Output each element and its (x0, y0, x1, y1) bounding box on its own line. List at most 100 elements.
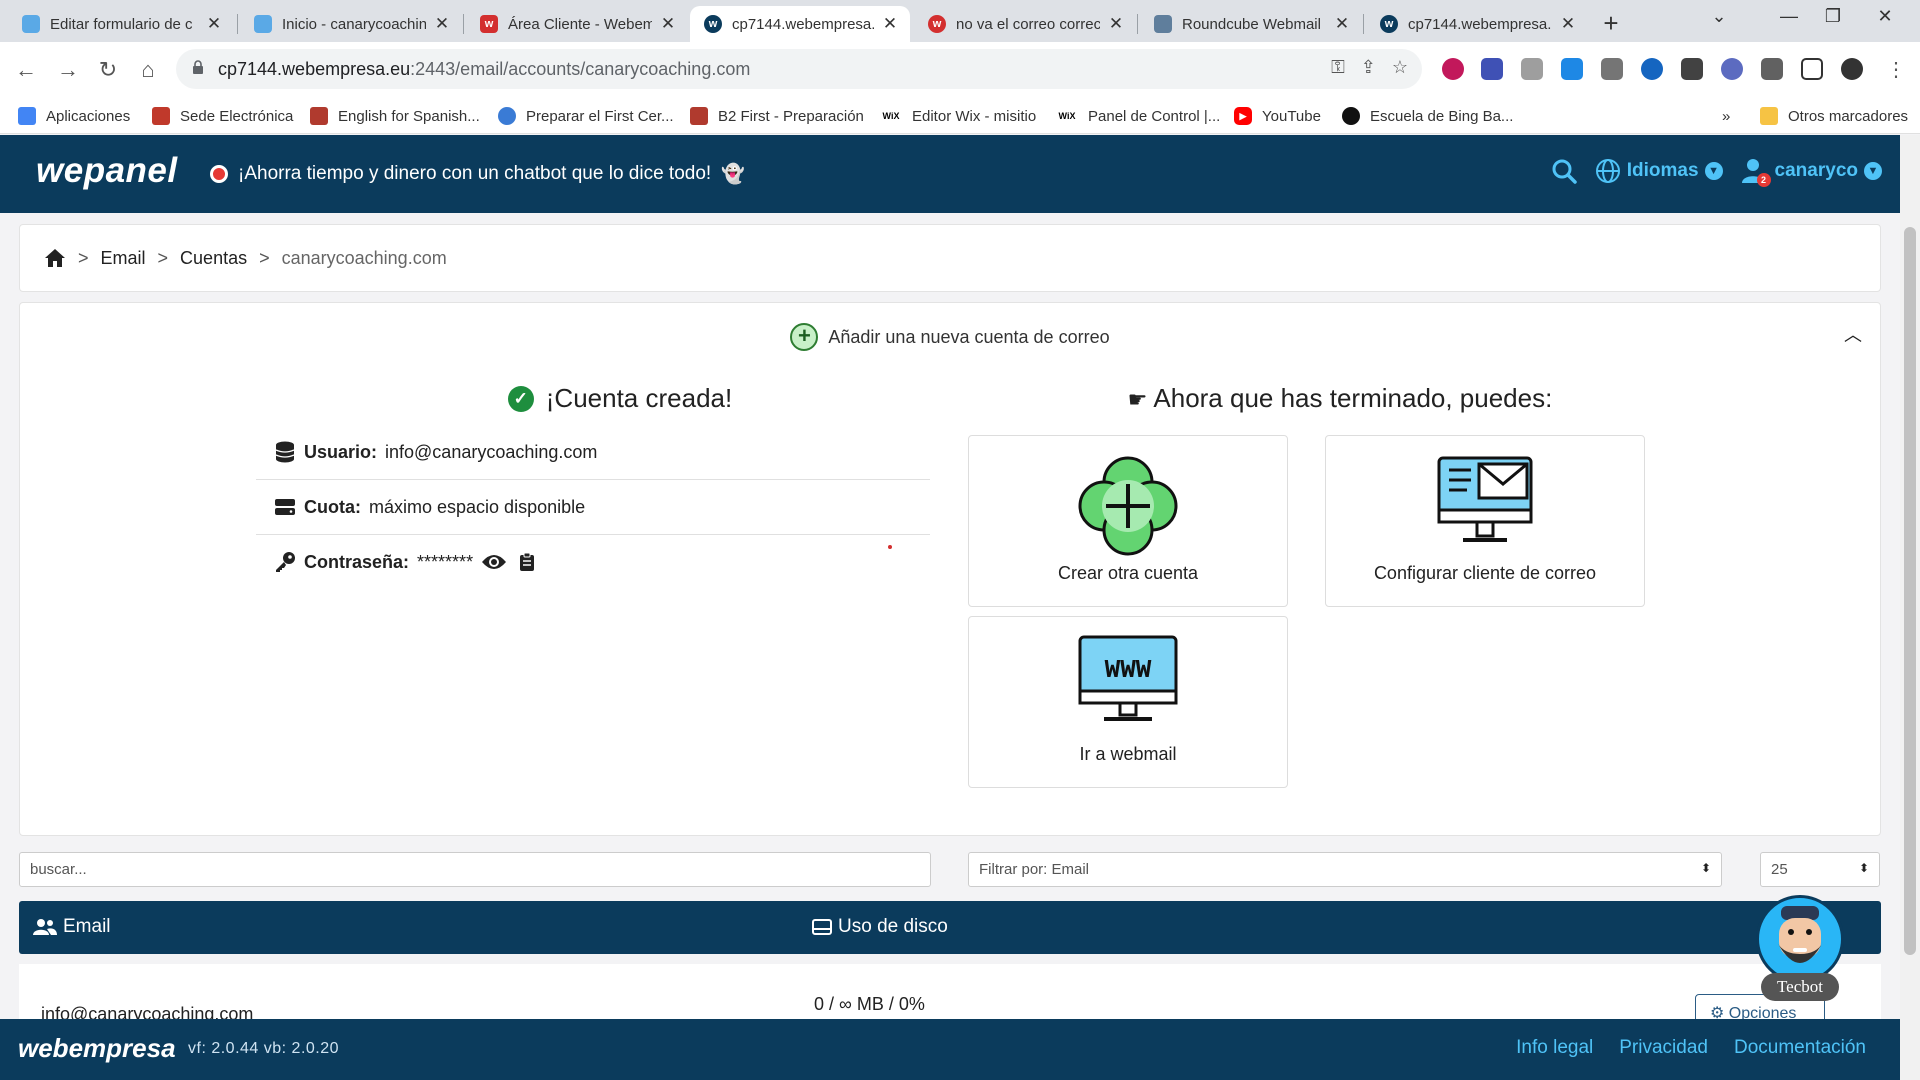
tab-search-icon[interactable]: ⌄ (1696, 6, 1742, 27)
browser-menu-icon[interactable]: ⋮ (1880, 54, 1912, 86)
new-tab-button[interactable]: + (1596, 8, 1626, 39)
quota-value: máximo espacio disponible (369, 496, 586, 517)
user-info-row: Usuario: info@canarycoaching.com (256, 425, 930, 479)
tab-editar-formulario[interactable]: Editar formulario de c ✕ (8, 6, 234, 42)
bookmark-english-for-spanish[interactable]: English for Spanish... (310, 104, 480, 128)
search-icon[interactable] (1551, 158, 1577, 184)
select-caret-icon: ⬍ (1700, 861, 1711, 875)
tecbot-chat-widget[interactable]: Tecbot (1755, 895, 1845, 1001)
more-bookmarks-button[interactable]: » (1722, 104, 1730, 128)
home-icon[interactable] (44, 248, 66, 268)
eye-icon[interactable] (481, 552, 507, 572)
accounts-table-header: Email Uso de disco (19, 901, 1881, 954)
tab-cp7144-active[interactable]: w cp7144.webempresa.e ✕ (690, 6, 910, 42)
user-menu[interactable]: 2 canaryco ▼ (1741, 157, 1882, 187)
extension-m-icon[interactable] (1681, 58, 1703, 80)
tab-roundcube[interactable]: Roundcube Webmail ✕ (1140, 6, 1362, 42)
bookmark-aplicaciones[interactable]: Aplicaciones (18, 104, 130, 128)
promo-banner[interactable]: ¡Ahorra tiempo y dinero con un chatbot q… (210, 162, 745, 186)
extension-chart-icon[interactable] (1561, 58, 1583, 80)
folder-icon (1760, 107, 1778, 125)
back-button[interactable]: ← (10, 54, 42, 86)
lock-icon (193, 60, 203, 74)
hard-drive-icon (812, 919, 832, 935)
clipboard-icon[interactable] (519, 552, 535, 572)
account-created-title: ✓ ¡Cuenta creada! (200, 383, 1040, 414)
bookmark-escuela-bing[interactable]: Escuela de Bing Ba... (1342, 104, 1513, 128)
site-favicon-icon (254, 15, 272, 33)
go-to-webmail-button[interactable]: WWW Ir a webmail (968, 616, 1288, 788)
tab-inicio[interactable]: Inicio - canarycoachin ✕ (240, 6, 462, 42)
database-icon (274, 441, 296, 463)
users-icon (33, 919, 57, 935)
create-another-account-button[interactable]: Crear otra cuenta (968, 435, 1288, 607)
extension-gear-icon[interactable] (1721, 58, 1743, 80)
window-close-button[interactable]: ✕ (1862, 6, 1908, 27)
column-email[interactable]: Email (33, 916, 111, 938)
configure-mail-client-button[interactable]: Configurar cliente de correo (1325, 435, 1645, 607)
address-bar[interactable]: cp7144.webempresa.eu:2443/email/accounts… (176, 49, 1422, 89)
chevron-down-icon: ▼ (1704, 162, 1723, 180)
extension-camera-icon[interactable] (1521, 58, 1543, 80)
privacy-link[interactable]: Privacidad (1619, 1037, 1708, 1059)
close-icon[interactable]: ✕ (1558, 14, 1578, 34)
other-bookmarks-folder[interactable]: Otros marcadores (1760, 104, 1908, 128)
ghost-icon: 👻 (721, 164, 745, 185)
account-created-panel: + Añadir una nueva cuenta de correo ︿ ✓ … (19, 302, 1881, 836)
bookmark-panel-de-control[interactable]: WiX Panel de Control |... (1056, 104, 1220, 128)
side-panel-icon[interactable] (1801, 58, 1823, 80)
check-circle-icon: ✓ (507, 385, 534, 412)
profile-avatar[interactable] (1841, 58, 1863, 80)
breadcrumb-accounts[interactable]: Cuentas (180, 248, 247, 269)
column-disk-usage[interactable]: Uso de disco (812, 916, 948, 938)
filter-by-select[interactable]: Filtrar por: Email ⬍ (968, 852, 1722, 887)
bookmark-editor-wix[interactable]: WiX Editor Wix - misitio (880, 104, 1036, 128)
page-scrollbar[interactable] (1900, 135, 1920, 1080)
maximize-button[interactable]: ❐ (1810, 6, 1856, 27)
bookmark-b2-first[interactable]: B2 First - Preparación (690, 104, 864, 128)
star-icon[interactable]: ☆ (1392, 57, 1408, 78)
share-icon[interactable]: ⇪ (1361, 57, 1376, 78)
forward-button[interactable]: → (52, 54, 84, 86)
extension-play-icon[interactable] (1641, 58, 1663, 80)
bookmark-favicon-icon (690, 107, 708, 125)
key-icon (274, 552, 296, 572)
key-icon[interactable]: ⚿ (1331, 57, 1345, 78)
add-account-header[interactable]: + Añadir una nueva cuenta de correo (20, 323, 1880, 351)
bearded-bot-icon (1777, 906, 1823, 963)
omnibox-actions: ⚿ ⇪ ☆ (1331, 57, 1408, 78)
tab-no-va-el-correo[interactable]: w no va el correo correc ✕ (914, 6, 1136, 42)
collapse-chevron-up-icon[interactable]: ︿ (1844, 321, 1862, 347)
webempresa-favicon-icon: w (928, 15, 946, 33)
extension-tb-icon[interactable] (1601, 58, 1623, 80)
wepanel-logo[interactable]: wepanel (36, 151, 178, 191)
home-button[interactable]: ⌂ (132, 54, 164, 86)
close-icon[interactable]: ✕ (658, 14, 678, 34)
scrollbar-thumb[interactable] (1904, 227, 1916, 955)
search-input[interactable]: buscar... (19, 852, 931, 887)
extension-power-icon[interactable] (1442, 58, 1464, 80)
extensions-puzzle-icon[interactable] (1761, 58, 1783, 80)
tab-cp7144-second[interactable]: w cp7144.webempresa.e ✕ (1366, 6, 1588, 42)
minimize-button[interactable]: — (1766, 6, 1812, 27)
documentation-link[interactable]: Documentación (1734, 1037, 1866, 1059)
password-info-row: Contraseña: ******** (256, 535, 930, 589)
bookmark-preparar-first[interactable]: Preparar el First Cer... (498, 104, 674, 128)
close-icon[interactable]: ✕ (204, 14, 224, 34)
close-icon[interactable]: ✕ (1106, 14, 1126, 34)
close-icon[interactable]: ✕ (1332, 14, 1352, 34)
reload-button[interactable]: ↻ (92, 54, 124, 86)
breadcrumb-email[interactable]: Email (101, 248, 146, 269)
extension-screen-icon[interactable] (1481, 58, 1503, 80)
languages-menu[interactable]: Idiomas ▼ (1595, 158, 1723, 184)
table-row: info@canarycoaching.com 0 / ∞ MB / 0% ⚙ … (19, 964, 1881, 1024)
close-icon[interactable]: ✕ (432, 14, 452, 34)
legal-info-link[interactable]: Info legal (1516, 1037, 1593, 1059)
webempresa-logo[interactable]: webempresa (18, 1033, 176, 1064)
bookmark-sede-electronica[interactable]: Sede Electrónica (152, 104, 293, 128)
tab-area-cliente[interactable]: w Área Cliente - Webem ✕ (466, 6, 688, 42)
breadcrumb: > Email > Cuentas > canarycoaching.com (19, 224, 1881, 292)
close-icon[interactable]: ✕ (880, 14, 900, 34)
per-page-select[interactable]: 25 ⬍ (1760, 852, 1880, 887)
bookmark-youtube[interactable]: ▶ YouTube (1234, 104, 1321, 128)
